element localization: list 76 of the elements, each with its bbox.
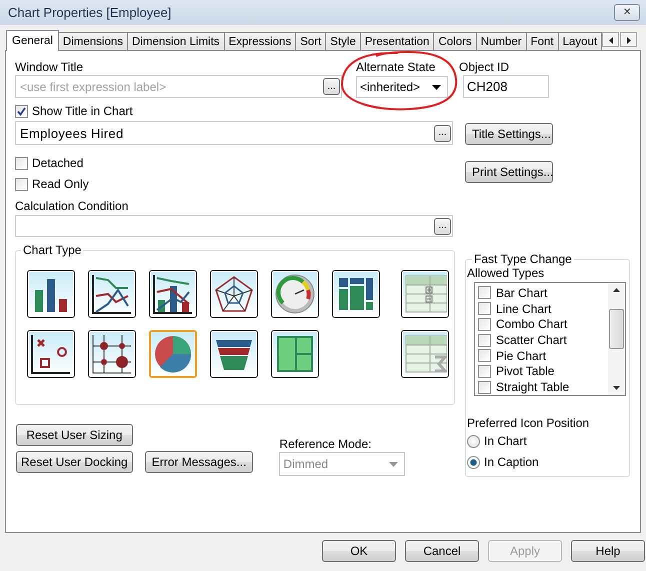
tab[interactable]: Dimensions xyxy=(58,32,128,50)
dropdown-arrow-icon xyxy=(389,462,398,466)
reset-docking-button[interactable]: Reset User Docking xyxy=(16,451,133,473)
expression-button[interactable]: ... xyxy=(434,124,451,142)
scroll-right-icon[interactable] xyxy=(620,32,638,47)
list-item[interactable]: Line Chart xyxy=(475,300,608,316)
dialog-button[interactable]: Cancel xyxy=(405,540,479,562)
gauge-icon xyxy=(273,272,317,316)
tab[interactable]: Number xyxy=(476,32,527,50)
scroll-thumb[interactable] xyxy=(609,309,624,349)
error-messages-button[interactable]: Error Messages... xyxy=(144,451,254,473)
tab[interactable]: Sort xyxy=(295,32,326,50)
group-title: Fast Type Change xyxy=(473,252,573,266)
field-label: Object ID xyxy=(459,60,510,74)
field-label: Calculation Condition xyxy=(15,199,130,213)
tab-scroll-arrows[interactable] xyxy=(602,32,638,47)
field-label: Allowed Types xyxy=(467,266,546,280)
field-label: Window Title xyxy=(15,60,84,74)
tab[interactable]: Style xyxy=(325,32,361,50)
scroll-left-icon[interactable] xyxy=(602,32,620,47)
expression-button[interactable]: ... xyxy=(434,218,451,234)
chart-type-button[interactable] xyxy=(88,330,136,378)
combo-chart-icon xyxy=(151,272,195,316)
chart-type-button[interactable] xyxy=(401,330,449,378)
chart-type-button[interactable] xyxy=(27,270,75,318)
window-title-field[interactable]: <use first expression label> ... xyxy=(15,75,342,98)
list-item[interactable]: Straight Table xyxy=(475,379,608,396)
calculation-condition-field[interactable]: ... xyxy=(15,215,453,237)
list-item[interactable]: Combo Chart xyxy=(475,316,608,332)
expression-button[interactable]: ... xyxy=(323,78,340,95)
reset-sizing-button[interactable]: Reset User Sizing xyxy=(16,424,133,446)
list-item[interactable]: Scatter Chart xyxy=(475,332,608,348)
close-button[interactable]: ✕ xyxy=(614,4,640,21)
chart-type-button[interactable] xyxy=(27,330,75,378)
scrollbar[interactable] xyxy=(608,283,625,395)
tab[interactable]: Layout xyxy=(558,32,602,50)
tab[interactable]: General xyxy=(6,30,59,51)
group-title: Chart Type xyxy=(22,243,82,257)
tab[interactable]: Colors xyxy=(433,32,477,50)
dialog-button[interactable]: Help xyxy=(571,540,645,562)
list-item[interactable]: Pie Chart xyxy=(475,348,608,364)
tab[interactable]: Expressions xyxy=(224,32,296,50)
chart-type-button[interactable] xyxy=(210,270,258,318)
checkmark-icon xyxy=(16,106,27,116)
option-checkbox[interactable]: Detached xyxy=(15,156,453,170)
field-label: Reference Mode: xyxy=(279,437,372,451)
field-label: Alternate State xyxy=(356,60,436,74)
show-title-checkbox[interactable]: Show Title in Chart xyxy=(15,104,453,118)
tab[interactable]: Dimension Limits xyxy=(127,32,225,50)
chart-type-button[interactable] xyxy=(401,270,449,318)
list-item[interactable]: Pivot Table xyxy=(475,364,608,380)
list-item[interactable]: Bar Chart xyxy=(475,285,608,301)
scatter-chart-icon xyxy=(29,332,73,376)
field-label: Preferred Icon Position xyxy=(467,416,590,430)
title-settings-button[interactable]: Title Settings... xyxy=(465,123,553,145)
alternate-state-dropdown[interactable]: <inherited> xyxy=(356,76,448,98)
pie-chart-icon xyxy=(151,332,195,376)
icon-position-radio[interactable]: In Caption xyxy=(467,454,629,470)
chart-type-button[interactable] xyxy=(149,270,197,318)
chart-type-button[interactable] xyxy=(271,330,319,378)
icon-position-radio[interactable]: In Chart xyxy=(467,433,629,449)
tab[interactable]: Presentation xyxy=(360,32,434,50)
dropdown-arrow-icon xyxy=(432,84,441,90)
chart-title-field[interactable]: Employees Hired ... xyxy=(15,121,453,145)
tab[interactable]: Font xyxy=(526,32,559,50)
chart-type-button[interactable] xyxy=(88,270,136,318)
option-checkbox[interactable]: Read Only xyxy=(15,177,453,191)
chart-type-button[interactable] xyxy=(210,330,258,378)
chart-type-button[interactable] xyxy=(332,270,380,318)
chart-type-button[interactable] xyxy=(271,270,319,318)
bubble-grid-icon xyxy=(90,332,134,376)
print-settings-button[interactable]: Print Settings... xyxy=(465,161,553,183)
window-title: Chart Properties [Employee] xyxy=(8,5,172,20)
line-chart-icon xyxy=(90,272,134,316)
dialog-button[interactable]: OK xyxy=(322,540,396,562)
object-id-field[interactable]: CH208 xyxy=(463,75,549,98)
